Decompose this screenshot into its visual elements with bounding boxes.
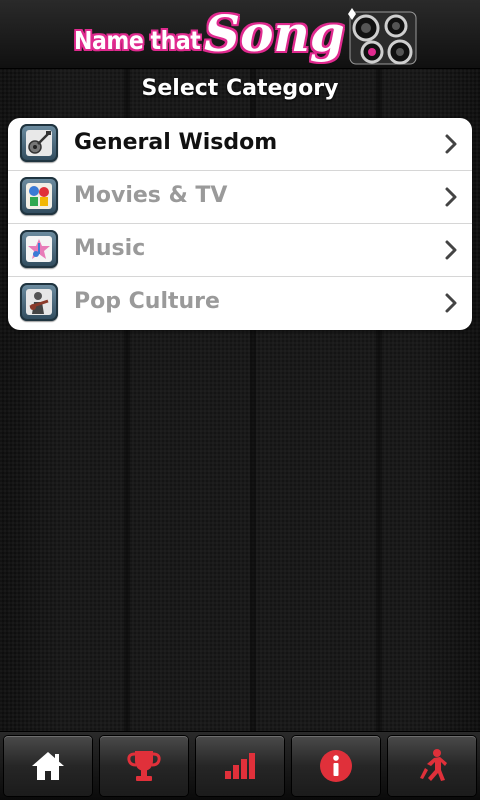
chevron-right-icon: [445, 187, 457, 207]
bottom-tab-bar: [0, 731, 480, 800]
tab-exit[interactable]: [388, 736, 476, 796]
logo-song-text: Song: [204, 4, 345, 63]
tab-leaderboard-trophy[interactable]: [100, 736, 188, 796]
chevron-right-icon: [445, 293, 457, 313]
speakers-icon: [348, 8, 417, 65]
app-header: Name that Song: [0, 0, 480, 69]
category-item-pop-culture[interactable]: Pop Culture: [8, 277, 472, 329]
guitar-icon: [20, 124, 58, 162]
tab-stats[interactable]: [196, 736, 284, 796]
category-label: Music: [74, 236, 146, 261]
movies-icon: [20, 177, 58, 215]
category-label: Pop Culture: [74, 289, 220, 314]
page-title: Select Category: [141, 76, 339, 101]
logo-name-text: Name that: [74, 26, 201, 55]
music-icon: [20, 230, 58, 268]
category-label: Movies & TV: [74, 183, 228, 208]
category-label: General Wisdom: [74, 130, 278, 155]
stats-icon: [225, 753, 255, 779]
trophy-icon: [127, 751, 161, 781]
chevron-right-icon: [445, 134, 457, 154]
category-item-movies-tv[interactable]: Movies & TV: [8, 171, 472, 224]
tab-info[interactable]: [292, 736, 380, 796]
category-list: General Wisdom Movies & TV Music Pop Cul…: [8, 118, 472, 330]
pop-culture-icon: [20, 283, 58, 321]
category-item-general-wisdom[interactable]: General Wisdom: [8, 118, 472, 171]
info-icon: [320, 750, 352, 782]
app-logo: Name that Song: [72, 4, 422, 65]
home-icon: [32, 752, 64, 780]
exit-runner-icon: [420, 749, 447, 781]
chevron-right-icon: [445, 240, 457, 260]
tab-home[interactable]: [4, 736, 92, 796]
category-item-music[interactable]: Music: [8, 224, 472, 277]
